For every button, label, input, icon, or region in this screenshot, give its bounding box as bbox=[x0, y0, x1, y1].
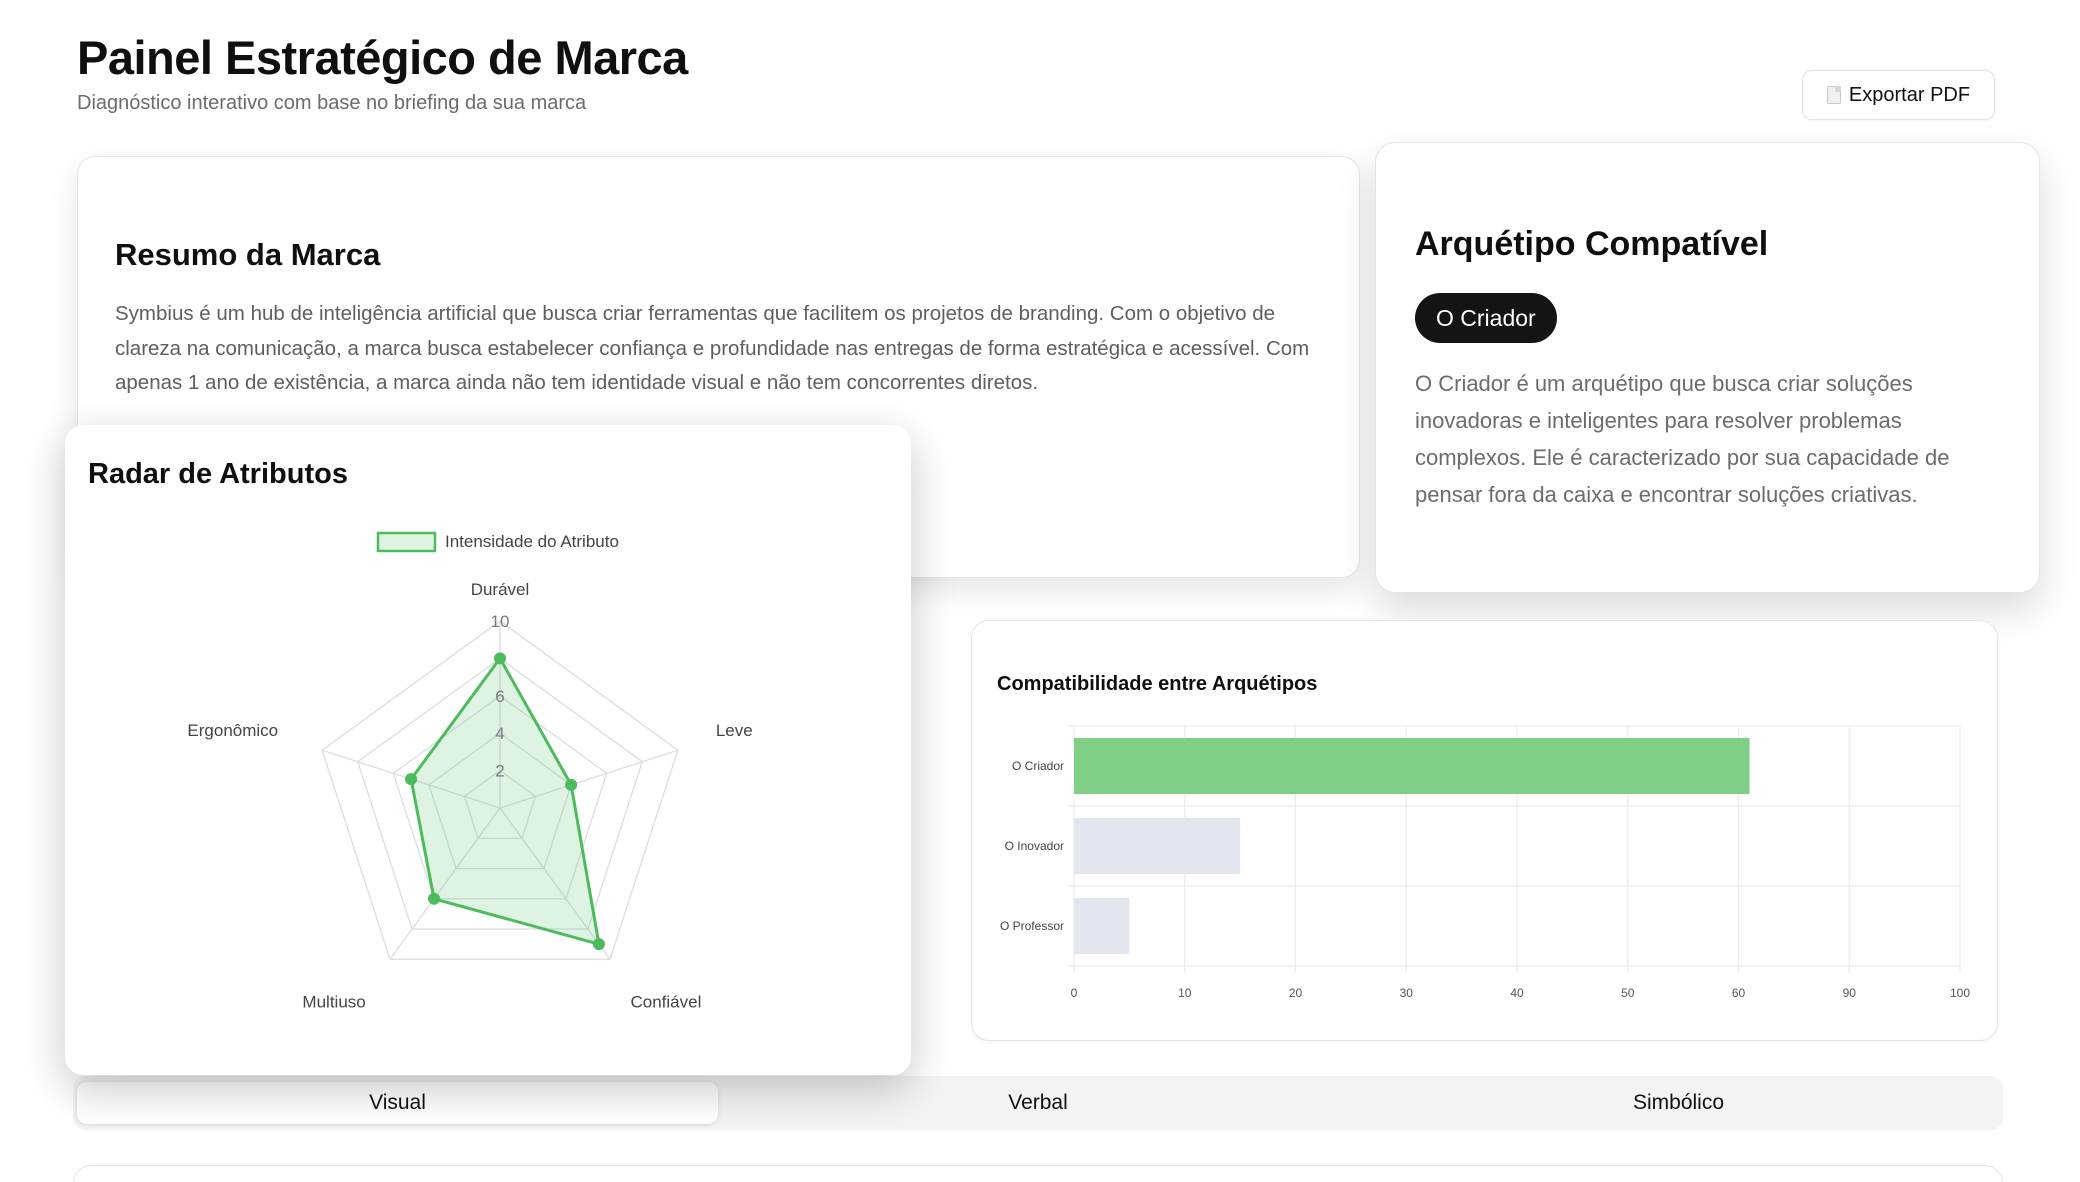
radar-category-confiavel: Confiável bbox=[630, 992, 701, 1011]
tab-visual[interactable]: Visual bbox=[77, 1082, 718, 1124]
radar-point-confiavel bbox=[592, 938, 605, 951]
export-pdf-label: Exportar PDF bbox=[1848, 83, 1971, 106]
radar-category-leve: Leve bbox=[716, 721, 753, 740]
bar-x-tick: 50 bbox=[1621, 986, 1635, 1000]
radar-point-ergonomico bbox=[405, 773, 418, 786]
document-icon bbox=[1826, 86, 1841, 104]
summary-text: Symbius é um hub de inteligência artific… bbox=[115, 302, 1310, 394]
bar-x-tick: 20 bbox=[1289, 986, 1303, 1000]
bar-x-tick: 100 bbox=[1950, 986, 1970, 1000]
radar-point-multiuso bbox=[428, 892, 441, 905]
bar-o-criador bbox=[1074, 738, 1750, 794]
category-tabs: Visual Verbal Simbólico bbox=[73, 1076, 2003, 1130]
radar-tick-label: 6 bbox=[495, 687, 504, 706]
radar-category-multiuso: Multiuso bbox=[302, 992, 365, 1011]
archetype-badge: O Criador bbox=[1415, 293, 1557, 343]
bar-x-tick: 0 bbox=[1071, 986, 1078, 1000]
radar-category-ergonomico: Ergonômico bbox=[187, 721, 278, 740]
archetype-card: Arquétipo Compatível O Criador O Criador… bbox=[1375, 142, 2040, 593]
radar-point-duravel bbox=[494, 652, 506, 665]
archetype-description: O Criador é um arquétipo que busca criar… bbox=[1415, 371, 1950, 507]
compatibility-bar-chart: 0 10 20 30 40 50 60 90 100 O Criador O Inovador O P… bbox=[1000, 725, 1970, 1000]
bar-x-tick: 30 bbox=[1400, 986, 1414, 1000]
tab-content-card bbox=[73, 1165, 2003, 1182]
bar-label-o-professor: O Professor bbox=[1000, 919, 1064, 933]
export-pdf-button[interactable]: Exportar PDF bbox=[1802, 70, 1995, 120]
bar-x-tick: 60 bbox=[1732, 986, 1746, 1000]
compatibility-card: Compatibilidade entre Arquétipos 0 10 20 30… bbox=[971, 620, 1998, 1041]
radar-tick-label: 10 bbox=[491, 612, 510, 631]
radar-point-leve bbox=[565, 778, 578, 791]
radar-chart: Intensidade do Atributo 2 4 6 10 Durável Leve C… bbox=[187, 531, 753, 1011]
radar-category-duravel: Durável bbox=[471, 580, 530, 599]
radar-card: Radar de Atributos Intensidade do Atribu… bbox=[65, 425, 911, 1075]
tab-simbolico[interactable]: Simbólico bbox=[1358, 1082, 1999, 1124]
radar-tick-label: 2 bbox=[495, 762, 504, 781]
radar-tick-label: 4 bbox=[495, 724, 504, 743]
bar-x-tick: 40 bbox=[1510, 986, 1524, 1000]
tab-verbal[interactable]: Verbal bbox=[718, 1082, 1358, 1124]
bar-label-o-inovador: O Inovador bbox=[1005, 839, 1064, 853]
legend-label: Intensidade do Atributo bbox=[445, 532, 619, 551]
bar-label-o-criador: O Criador bbox=[1012, 759, 1064, 773]
bar-o-inovador bbox=[1074, 818, 1241, 874]
page-title: Painel Estratégico de Marca bbox=[77, 31, 688, 84]
bar-x-tick: 90 bbox=[1843, 986, 1857, 1000]
bar-o-professor bbox=[1074, 898, 1130, 954]
summary-title: Resumo da Marca bbox=[115, 237, 381, 272]
legend-swatch bbox=[376, 531, 437, 553]
page-subtitle: Diagnóstico interativo com base no brief… bbox=[77, 92, 587, 114]
archetype-title: Arquétipo Compatível bbox=[1415, 225, 1769, 263]
bar-x-tick: 10 bbox=[1178, 986, 1192, 1000]
